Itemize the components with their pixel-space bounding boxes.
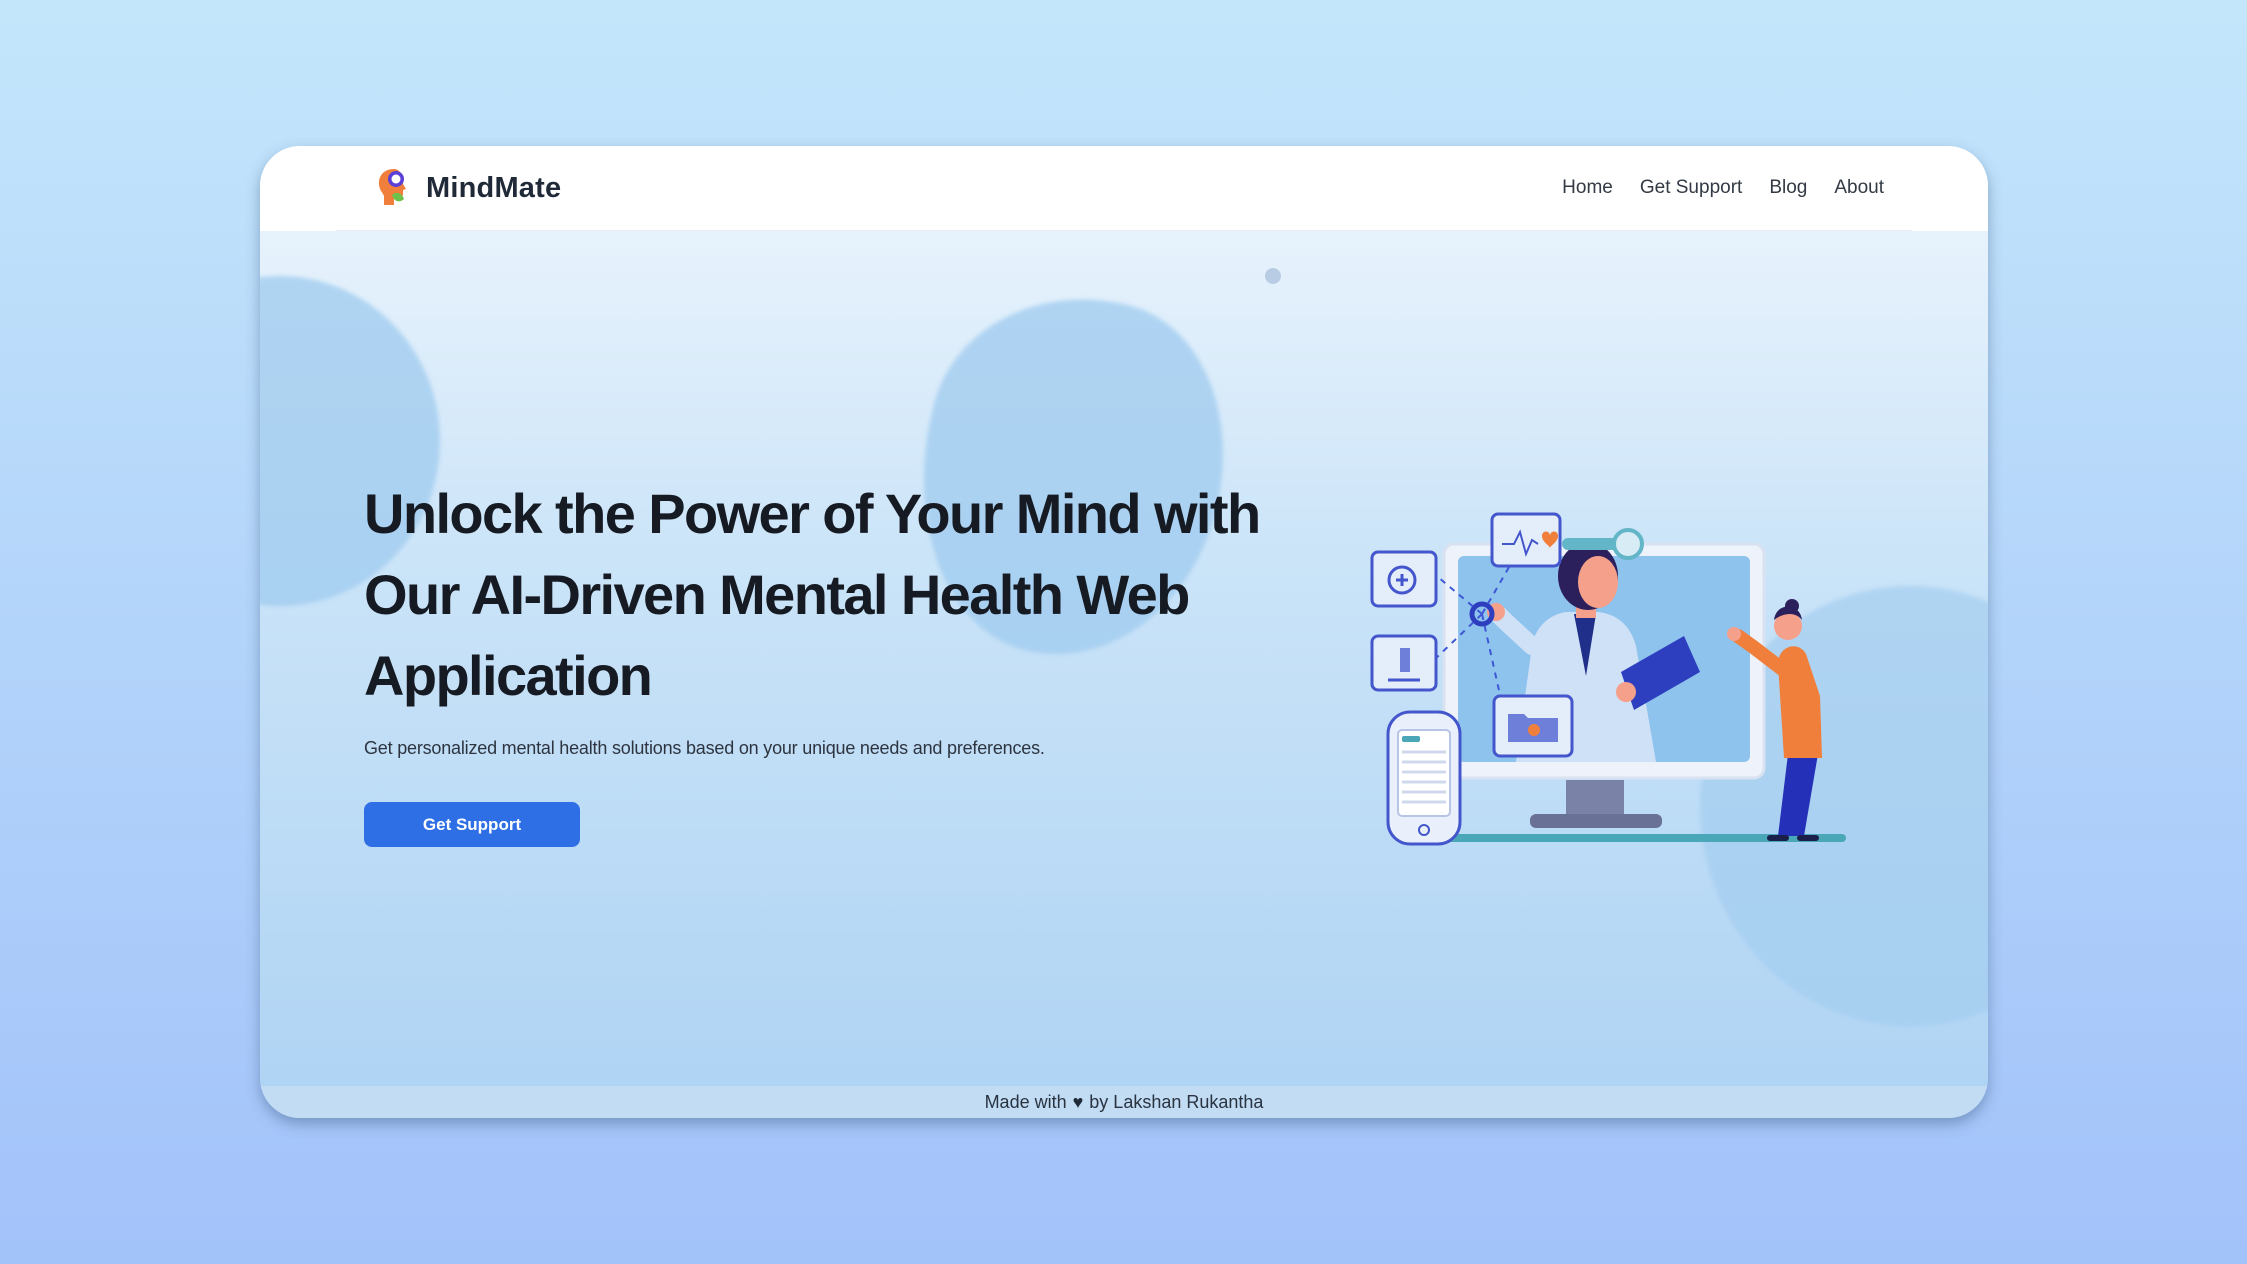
footer-credit: by Lakshan Rukantha [1089, 1091, 1264, 1112]
nav-links: Home Get Support Blog About [1562, 177, 1884, 199]
decorative-dot [1265, 268, 1281, 284]
brand-name: MindMate [426, 171, 562, 204]
footer-prefix: Made with [984, 1091, 1067, 1112]
nav-link-home[interactable]: Home [1562, 177, 1613, 199]
nav-link-about[interactable]: About [1834, 177, 1884, 199]
navbar: MindMate Home Get Support Blog About [260, 146, 1988, 231]
footer: Made with ♥ by Lakshan Rukantha [260, 1086, 1988, 1118]
brain-head-logo-icon [378, 169, 406, 205]
app-window: MindMate Home Get Support Blog About Unl… [260, 146, 1988, 1118]
hero-title: Unlock the Power of Your Mind with Our A… [364, 482, 1261, 707]
doctor-telehealth-illustration [1370, 512, 1846, 846]
nav-link-blog[interactable]: Blog [1769, 177, 1807, 199]
brand[interactable]: MindMate [374, 165, 561, 211]
heart-icon: ♥ [1072, 1091, 1084, 1112]
get-support-button[interactable]: Get Support [364, 802, 580, 847]
hero-subtitle: Get personalized mental health solutions… [364, 738, 1045, 758]
nav-link-get-support[interactable]: Get Support [1640, 177, 1742, 199]
